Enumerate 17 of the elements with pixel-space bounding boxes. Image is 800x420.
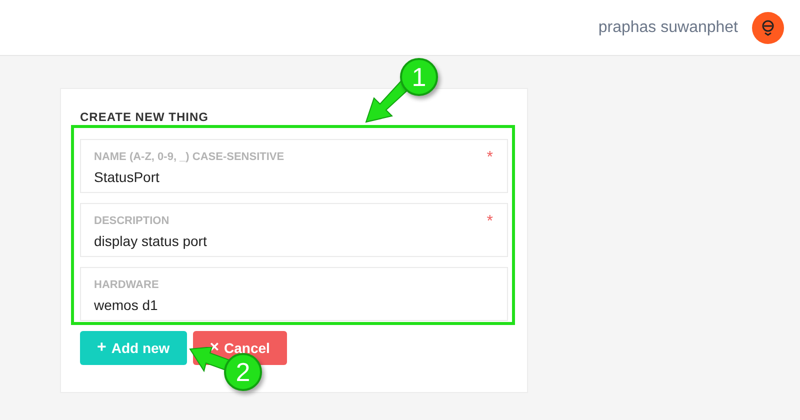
callout-badge: 1: [400, 58, 438, 96]
required-mark: *: [486, 212, 493, 232]
field-value: display status port: [94, 232, 207, 250]
field-label: HARDWARE: [94, 279, 159, 292]
required-mark: *: [486, 148, 493, 168]
form-title: CREATE NEW THING: [80, 109, 210, 126]
field-value: wemos d1: [94, 296, 158, 314]
avatar-icon[interactable]: [752, 12, 784, 44]
field-value: StatusPort: [94, 168, 160, 186]
field-label: DESCRIPTION: [94, 215, 170, 228]
close-icon: ×: [210, 336, 220, 360]
text-field[interactable]: DESCRIPTION display status port *: [80, 203, 508, 257]
plus-icon: +: [97, 336, 106, 360]
text-field[interactable]: HARDWARE wemos d1: [80, 267, 508, 321]
user-name: praphas suwanphet: [598, 18, 738, 38]
field-label: NAME (A-Z, 0-9, _) CASE-SENSITIVE: [94, 151, 284, 164]
text-field[interactable]: NAME (A-Z, 0-9, _) CASE-SENSITIVE StatusPort *: [80, 139, 508, 193]
